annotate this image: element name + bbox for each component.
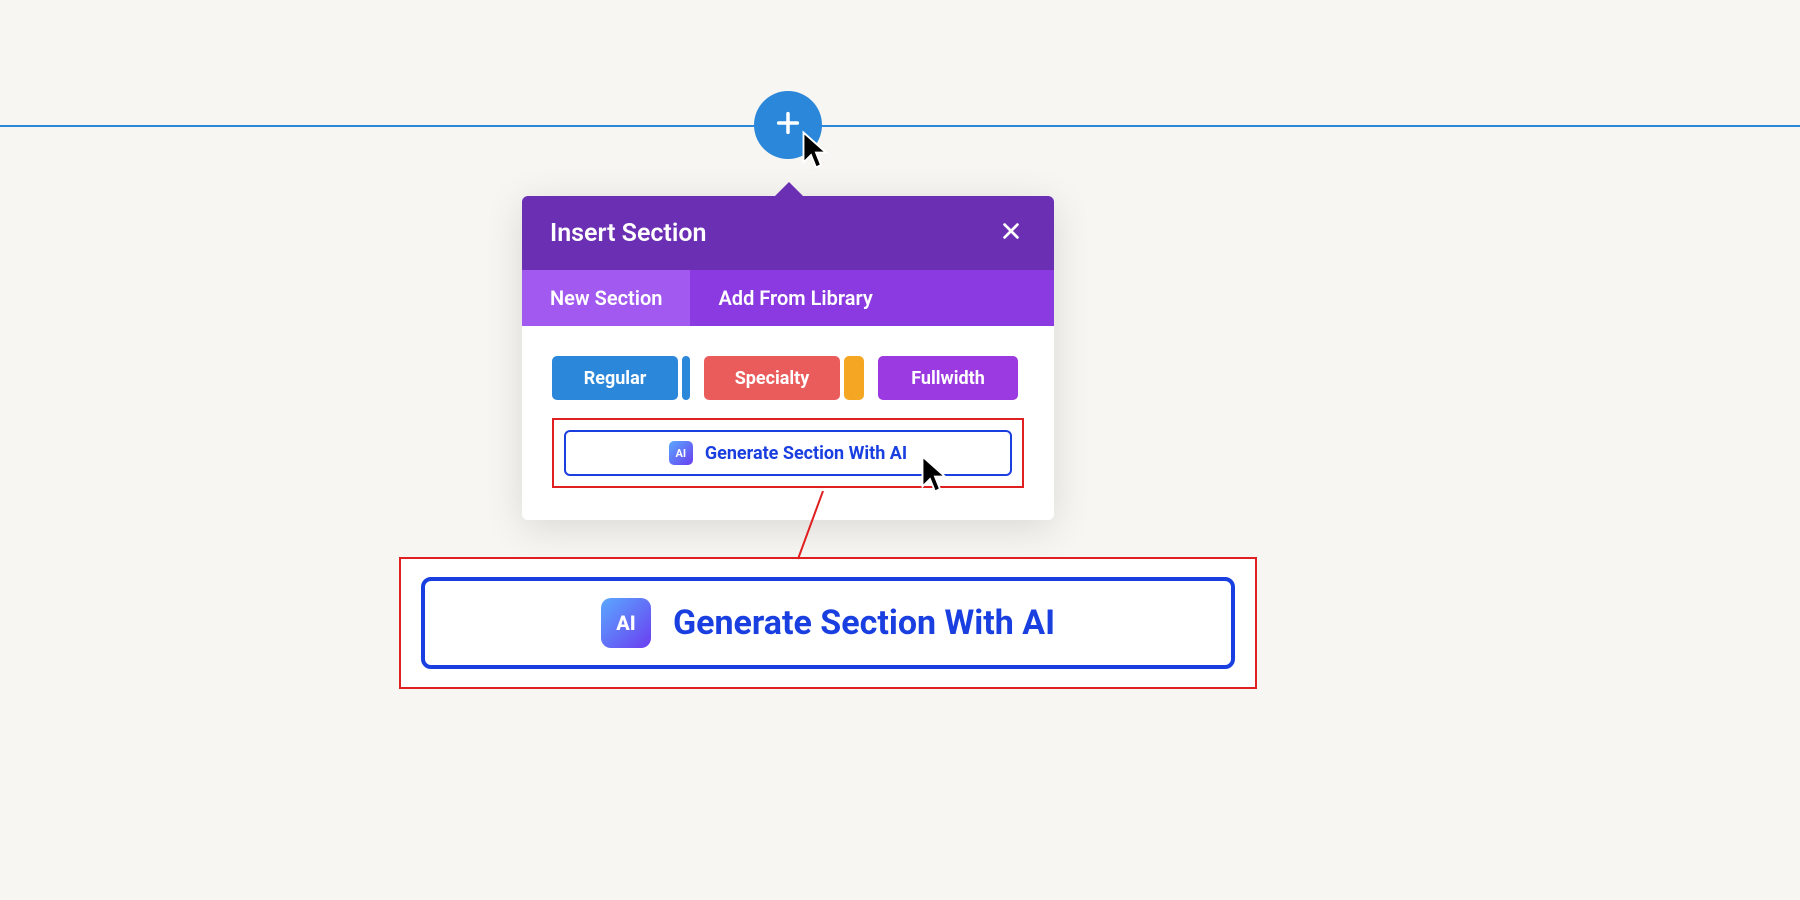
ai-button-label: Generate Section With AI [673, 603, 1055, 643]
generate-with-ai-button[interactable]: AI Generate Section With AI [564, 430, 1012, 476]
button-label: Fullwidth [911, 368, 985, 389]
plus-icon [774, 109, 802, 141]
popover-body: Regular Specialty Fullwidth AI Generate … [522, 326, 1054, 520]
ai-icon: AI [669, 441, 693, 465]
ai-button-label: Generate Section With AI [705, 443, 907, 464]
tab-add-from-library[interactable]: Add From Library [690, 270, 900, 326]
tab-label: Add From Library [718, 286, 872, 310]
section-divider-line [0, 125, 1800, 127]
regular-button[interactable]: Regular [552, 356, 678, 400]
ai-callout-small: AI Generate Section With AI [552, 418, 1024, 488]
section-type-row: Regular Specialty Fullwidth [552, 356, 1024, 400]
button-label: Regular [584, 368, 647, 389]
fullwidth-button[interactable]: Fullwidth [878, 356, 1018, 400]
close-button[interactable] [996, 218, 1026, 248]
add-section-button[interactable] [754, 91, 822, 159]
popover-tabs: New Section Add From Library [522, 270, 1054, 326]
popover-header: Insert Section [522, 196, 1054, 270]
regular-type-group: Regular [552, 356, 690, 400]
specialty-side-accent [844, 356, 864, 400]
regular-side-accent [682, 356, 690, 400]
close-icon [1000, 220, 1022, 246]
generate-with-ai-button-zoom[interactable]: AI Generate Section With AI [421, 577, 1235, 669]
ai-callout-zoom: AI Generate Section With AI [399, 557, 1257, 689]
tab-new-section[interactable]: New Section [522, 270, 690, 326]
tab-label: New Section [550, 286, 662, 310]
ai-icon: AI [601, 598, 651, 648]
ai-icon-text: AI [676, 447, 687, 460]
specialty-type-group: Specialty [704, 356, 864, 400]
insert-section-popover: Insert Section New Section Add From Libr… [522, 196, 1054, 520]
ai-icon-text: AI [616, 611, 635, 635]
specialty-button[interactable]: Specialty [704, 356, 840, 400]
popover-title: Insert Section [550, 219, 706, 248]
button-label: Specialty [735, 368, 810, 389]
